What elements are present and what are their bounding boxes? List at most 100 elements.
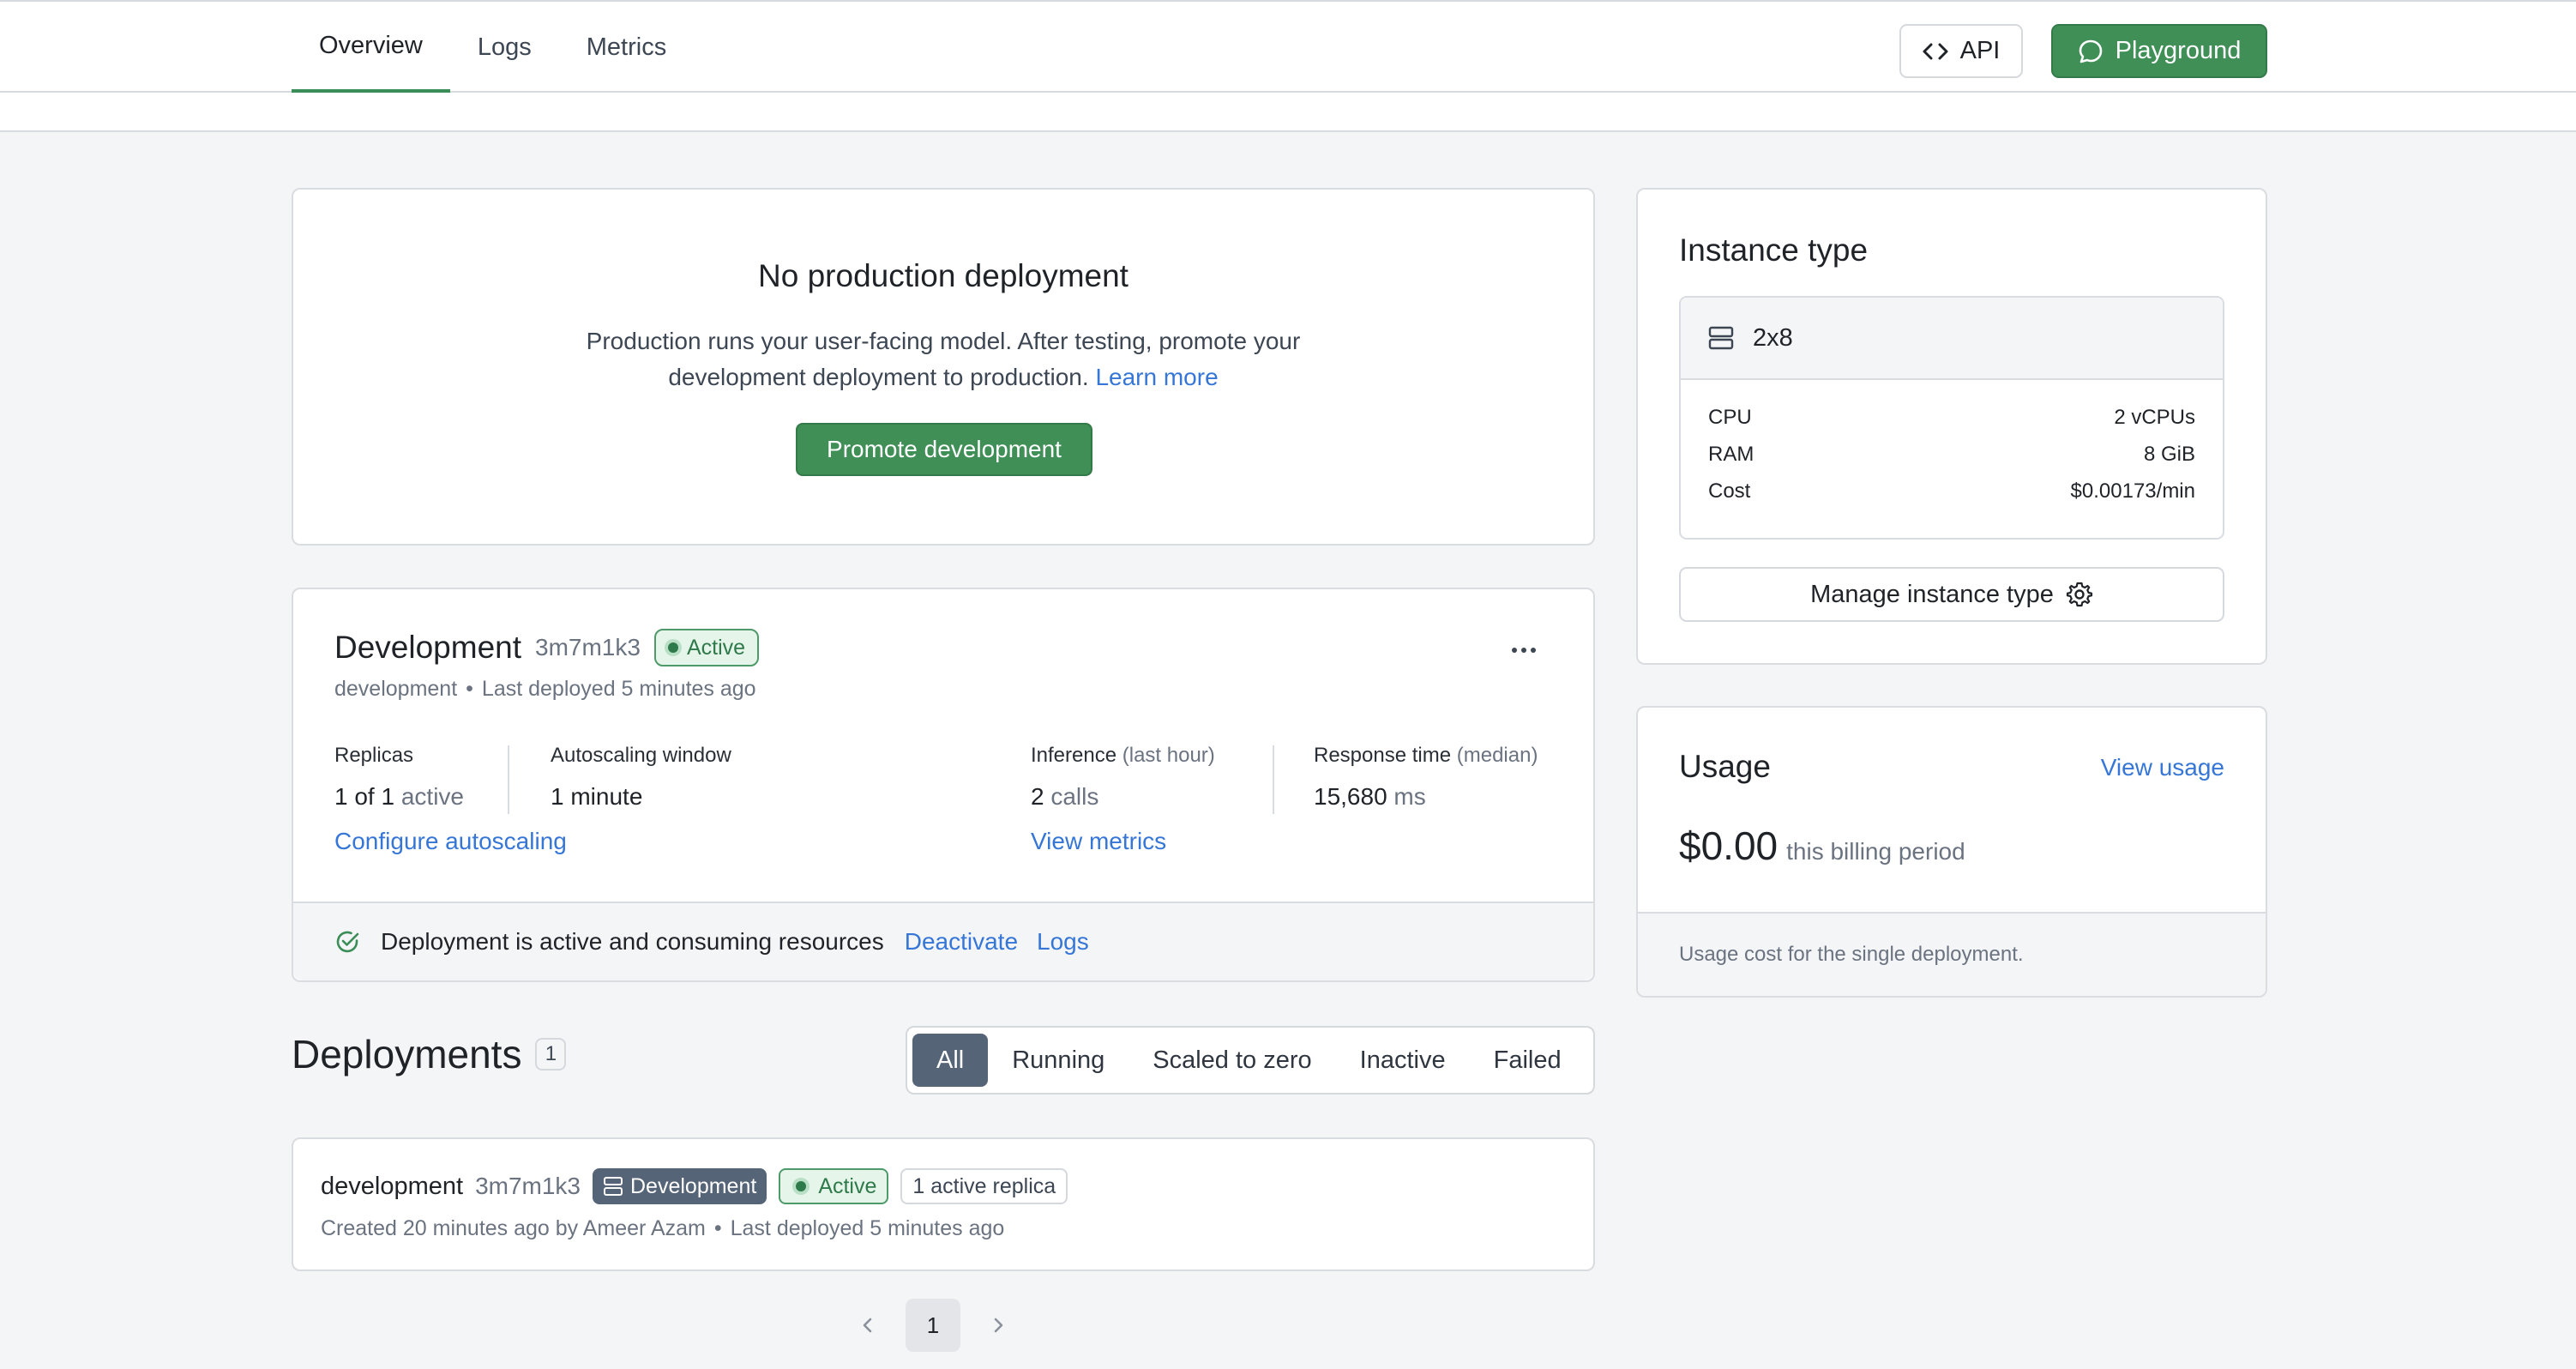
view-usage-link[interactable]: View usage (2101, 754, 2224, 781)
configure-autoscaling-link[interactable]: Configure autoscaling (334, 828, 567, 855)
spec-label: Cost (1708, 479, 1751, 503)
autoscaling-label: Autoscaling window (551, 744, 731, 767)
usage-amount-row: $0.00 this billing period (1679, 823, 1965, 869)
status-badge: Active (779, 1168, 889, 1204)
server-icon (604, 1177, 623, 1196)
inference-label-text: Inference (1031, 744, 1117, 767)
development-title: Development (334, 630, 522, 665)
stat-autoscaling: Autoscaling window 1 minute (551, 744, 731, 811)
usage-amount: $0.00 (1679, 823, 1779, 868)
autoscaling-value: 1 minute (551, 783, 643, 810)
promote-development-button[interactable]: Promote development (796, 423, 1092, 476)
status-badge-label: Active (818, 1173, 877, 1198)
spec-row: Cost $0.00173/min (1708, 479, 2195, 516)
logs-link[interactable]: Logs (1037, 928, 1089, 956)
instance-spec-list: CPU 2 vCPUs RAM 8 GiB Cost $0.00173/min (1681, 380, 2223, 516)
development-meta-deployed: Last deployed 5 minutes ago (481, 677, 756, 701)
filter-scaled-to-zero[interactable]: Scaled to zero (1129, 1034, 1335, 1087)
spec-value: 2 vCPUs (2114, 406, 2195, 429)
status-dot-icon (667, 642, 678, 653)
spec-row: CPU 2 vCPUs (1708, 406, 2195, 443)
inference-qualifier: (last hour) (1122, 744, 1215, 767)
production-card: No production deployment Production runs… (292, 188, 1595, 546)
more-icon (1512, 648, 1536, 653)
deployment-id: 3m7m1k3 (475, 1173, 581, 1199)
view-metrics-link[interactable]: View metrics (1031, 828, 1166, 855)
stats-divider (508, 745, 509, 814)
api-button[interactable]: API (1899, 24, 2023, 78)
development-meta: development • Last deployed 5 minutes ag… (334, 677, 756, 702)
filter-running[interactable]: Running (988, 1034, 1129, 1087)
more-options-button[interactable] (1502, 637, 1545, 663)
tab-logs[interactable]: Logs (450, 2, 559, 93)
tab-list: Overview Logs Metrics (292, 2, 694, 93)
pagination: 1 (849, 1299, 1017, 1352)
usage-footer-text: Usage cost for the single deployment. (1679, 943, 2024, 966)
replicas-label: Replicas (334, 744, 414, 767)
instance-type-title: Instance type (1679, 232, 1869, 268)
response-suffix: ms (1393, 783, 1426, 810)
playground-button-label: Playground (2115, 37, 2242, 64)
sub-header-bar (0, 93, 2576, 132)
filter-inactive[interactable]: Inactive (1336, 1034, 1470, 1087)
response-value: 15,680 ms (1314, 783, 1538, 811)
chevron-right-icon (994, 1318, 1003, 1333)
response-label: Response time (median) (1314, 744, 1538, 768)
usage-title: Usage (1679, 749, 1771, 784)
filter-failed[interactable]: Failed (1470, 1034, 1586, 1087)
code-icon (1923, 43, 1948, 59)
previous-page-button[interactable] (849, 1299, 887, 1352)
environment-badge: Development (593, 1168, 767, 1204)
meta-separator: • (713, 1216, 722, 1240)
learn-more-link[interactable]: Learn more (1095, 364, 1218, 390)
deployment-last-deployed: Last deployed 5 minutes ago (730, 1216, 1005, 1240)
replica-badge: 1 active replica (900, 1168, 1068, 1204)
page-number-button[interactable]: 1 (906, 1299, 960, 1352)
manage-instance-type-button[interactable]: Manage instance type (1679, 567, 2224, 622)
environment-badge-label: Development (630, 1173, 757, 1198)
production-desc-line1: Production runs your user-facing model. … (586, 328, 1301, 354)
tab-overview[interactable]: Overview (292, 2, 450, 93)
instance-name-row: 2x8 (1681, 298, 2223, 380)
spec-value: 8 GiB (2143, 443, 2195, 466)
replicas-count: 1 of 1 (334, 783, 395, 810)
deployment-row-header: development 3m7m1k3 Development Active 1… (321, 1168, 1068, 1204)
development-id: 3m7m1k3 (535, 634, 641, 660)
spec-label: RAM (1708, 443, 1754, 466)
spec-row: RAM 8 GiB (1708, 443, 2195, 479)
deployments-count-badge: 1 (535, 1038, 567, 1070)
development-header: Development 3m7m1k3 Active (334, 629, 760, 666)
deployment-filter-group: All Running Scaled to zero Inactive Fail… (906, 1026, 1595, 1095)
spec-label: CPU (1708, 406, 1752, 429)
next-page-button[interactable] (979, 1299, 1017, 1352)
stats-divider (1273, 745, 1274, 814)
playground-button[interactable]: Playground (2051, 24, 2267, 78)
development-card: Development 3m7m1k3 Active development •… (292, 588, 1595, 982)
stat-response-time: Response time (median) 15,680 ms (1314, 744, 1538, 811)
instance-details-box: 2x8 CPU 2 vCPUs RAM 8 GiB Cost $0.00173/… (1679, 296, 2224, 540)
deployment-row[interactable]: development 3m7m1k3 Development Active 1… (292, 1137, 1595, 1271)
deactivate-link[interactable]: Deactivate (905, 928, 1018, 956)
chat-bubble-icon (2079, 39, 2102, 63)
filter-all[interactable]: All (912, 1034, 989, 1087)
inference-value: 2 calls (1031, 783, 1215, 811)
replicas-suffix: active (400, 783, 464, 810)
development-meta-env: development (334, 677, 458, 701)
footer-message: Deployment is active and consuming resou… (381, 928, 884, 955)
deployment-created: Created 20 minutes ago by Ameer Azam (321, 1216, 706, 1240)
tab-metrics[interactable]: Metrics (559, 2, 694, 93)
status-badge: Active (653, 629, 760, 666)
stat-replicas: Replicas 1 of 1 active (334, 744, 464, 811)
inference-label: Inference (last hour) (1031, 744, 1215, 768)
instance-name: 2x8 (1753, 323, 1793, 352)
response-number: 15,680 (1314, 783, 1387, 810)
status-dot-icon (796, 1181, 807, 1191)
deployment-row-meta: Created 20 minutes ago by Ameer Azam • L… (321, 1216, 1004, 1241)
server-icon (1708, 326, 1734, 350)
deployment-name: development (321, 1172, 464, 1200)
manage-instance-type-label: Manage instance type (1810, 580, 2054, 608)
top-nav-bar: Overview Logs Metrics API Playground (0, 0, 2576, 93)
response-qualifier: (median) (1456, 744, 1538, 767)
usage-footer: Usage cost for the single deployment. (1638, 912, 2266, 996)
inference-suffix: calls (1050, 783, 1099, 810)
